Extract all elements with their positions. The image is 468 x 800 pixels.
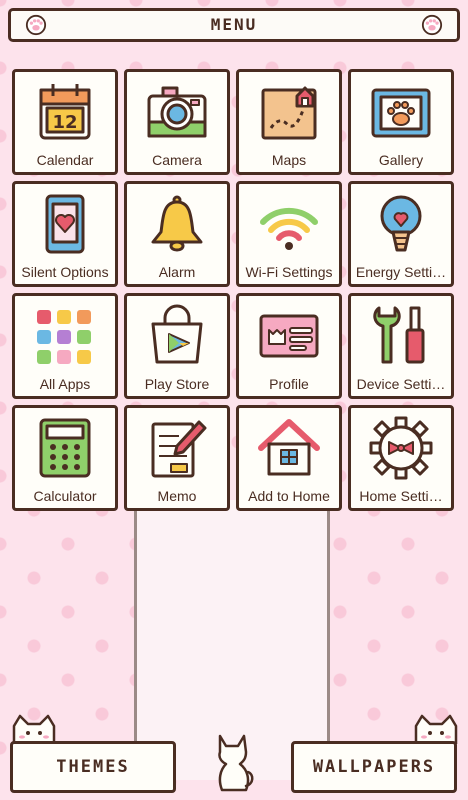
wifi-icon — [260, 207, 318, 250]
menu-header: MENU — [8, 8, 460, 42]
tile-energy-settings[interactable]: Energy Setti… — [348, 181, 454, 287]
tile-label: Gallery — [378, 152, 424, 168]
bell-icon — [151, 195, 203, 252]
tile-label: All Apps — [39, 376, 91, 392]
tile-camera[interactable]: Camera — [124, 69, 230, 175]
themes-button[interactable]: THEMES — [10, 741, 176, 793]
tile-label: Wi-Fi Settings — [245, 264, 333, 280]
tile-label: Camera — [152, 152, 202, 168]
tile-profile[interactable]: Profile — [236, 293, 342, 399]
gallery-icon — [371, 88, 431, 138]
house-icon — [258, 419, 320, 476]
map-icon — [261, 86, 317, 140]
tile-memo[interactable]: Memo — [124, 405, 230, 511]
cat-peeking-icon — [414, 714, 458, 744]
cat-sitting-icon — [218, 734, 254, 792]
wallpapers-button[interactable]: WALLPAPERS — [291, 741, 457, 793]
tile-alarm[interactable]: Alarm — [124, 181, 230, 287]
tile-label: Alarm — [158, 264, 196, 280]
wallpapers-button-label: WALLPAPERS — [312, 757, 436, 777]
tile-calendar[interactable]: 12 Calendar — [12, 69, 118, 175]
themes-button-label: THEMES — [56, 757, 130, 777]
lightbulb-icon — [380, 195, 422, 252]
cat-peeking-icon — [12, 714, 56, 744]
app-grid: 12 Calendar Camera Maps Gallery Silent O… — [12, 69, 456, 515]
tile-label: Calendar — [36, 152, 94, 168]
tile-label: Calculator — [33, 488, 97, 504]
tile-label: Add to Home — [248, 488, 330, 504]
calculator-icon — [39, 418, 91, 478]
tile-label: Silent Options — [21, 264, 109, 280]
tile-maps[interactable]: Maps — [236, 69, 342, 175]
svg-text:12: 12 — [52, 112, 77, 133]
tile-calculator[interactable]: Calculator — [12, 405, 118, 511]
tile-silent-options[interactable]: Silent Options — [12, 181, 118, 287]
camera-icon — [147, 86, 207, 138]
tile-label: Play Store — [144, 376, 210, 392]
tools-icon — [373, 306, 425, 364]
tile-label: Memo — [157, 488, 197, 504]
profile-card-icon — [259, 314, 319, 358]
menu-title: MENU — [210, 15, 258, 34]
tile-play-store[interactable]: Play Store — [124, 293, 230, 399]
memo-icon — [151, 420, 207, 478]
gear-icon — [369, 416, 433, 480]
tile-add-to-home[interactable]: Add to Home — [236, 405, 342, 511]
tile-label: Device Setti… — [356, 376, 446, 392]
shopping-bag-icon — [151, 304, 203, 364]
tile-label: Energy Setti… — [355, 264, 447, 280]
paw-icon — [421, 14, 443, 36]
tile-label: Maps — [271, 152, 307, 168]
calendar-icon: 12 — [39, 84, 91, 140]
tile-device-settings[interactable]: Device Setti… — [348, 293, 454, 399]
tile-all-apps[interactable]: All Apps — [12, 293, 118, 399]
silent-phone-icon — [45, 194, 85, 254]
tile-home-settings[interactable]: Home Setti… — [348, 405, 454, 511]
tile-label: Profile — [269, 376, 309, 392]
apps-grid-icon — [37, 310, 91, 364]
tile-wifi-settings[interactable]: Wi-Fi Settings — [236, 181, 342, 287]
tile-gallery[interactable]: Gallery — [348, 69, 454, 175]
tile-label: Home Setti… — [359, 488, 443, 504]
